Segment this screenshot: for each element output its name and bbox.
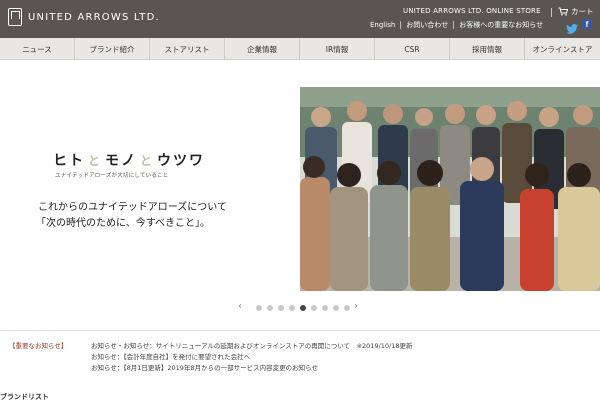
notice-item[interactable]: お知らせ：【会計年度自社】を発付に要望された会社へ: [91, 351, 250, 361]
hero-text-panel[interactable]: [0, 87, 300, 291]
cart-icon: [558, 7, 568, 16]
carousel-dots: [256, 305, 350, 311]
sub-link-divider: [400, 21, 402, 29]
carousel-dot[interactable]: [289, 305, 295, 311]
top-header: UNITED ARROWS LTD. UNITED ARROWS LTD. ON…: [0, 0, 600, 38]
nav-item-csr[interactable]: CSR: [375, 38, 450, 60]
hero-title[interactable]: ヒト と モノ と ウツワ: [53, 150, 205, 170]
carousel-dot[interactable]: [333, 305, 339, 311]
carousel-dot[interactable]: [322, 305, 328, 311]
carousel-dot[interactable]: [311, 305, 317, 311]
group-photo-illustration: [300, 87, 600, 291]
nav-item-brands[interactable]: ブランド紹介: [75, 38, 150, 60]
hero-carousel-controls: ‹ ›: [0, 300, 600, 316]
logo-text: UNITED ARROWS LTD.: [28, 11, 160, 23]
important-notice-link[interactable]: お客様への重要なお知らせ: [459, 20, 543, 30]
carousel-dot-active[interactable]: [300, 305, 306, 311]
twitter-icon[interactable]: [566, 19, 578, 34]
carousel-prev-button[interactable]: ‹: [238, 301, 242, 312]
important-notice-label: 【重要なお知らせ】: [9, 342, 68, 350]
hero-title-connector: と: [140, 154, 155, 168]
sub-link-divider: [453, 21, 455, 29]
section-divider: [0, 330, 600, 331]
carousel-next-button[interactable]: ›: [354, 301, 358, 312]
header-sub-links: English お問い合わせ お客様への重要なお知らせ: [370, 20, 543, 30]
carousel-dot[interactable]: [278, 305, 284, 311]
nav-item-online-store[interactable]: オンラインストア: [525, 38, 600, 60]
hero-title-connector: と: [88, 154, 103, 168]
logo[interactable]: UNITED ARROWS LTD.: [8, 8, 160, 26]
carousel-dot[interactable]: [256, 305, 262, 311]
cart-link[interactable]: カート: [558, 6, 594, 17]
hero-tagline: ユナイテッドアローズが大切にしていること: [55, 173, 169, 179]
nav-item-stores[interactable]: ストアリスト: [150, 38, 225, 60]
carousel-dot[interactable]: [267, 305, 273, 311]
contact-link[interactable]: お問い合わせ: [406, 20, 448, 30]
hero-title-part: ヒト: [53, 153, 85, 169]
hero-title-part: ウツワ: [157, 153, 206, 169]
notice-item[interactable]: お知らせ・お知らせ：サイトリニューアルの延期およびオンラインストアの再開について…: [91, 340, 413, 350]
social-links: f: [566, 19, 592, 34]
hero-group-photo[interactable]: [300, 87, 600, 291]
nav-item-company[interactable]: 企業情報: [225, 38, 300, 60]
hero-copy-line-1: これからのユナイテッドアローズについて: [38, 202, 227, 213]
carousel-dot[interactable]: [344, 305, 350, 311]
notice-item[interactable]: お知らせ：【8月1日更新】2019年8月からの一部サービス内容変更のお知らせ: [91, 362, 318, 372]
nav-item-news[interactable]: ニュース: [0, 38, 75, 60]
nav-item-ir[interactable]: IR情報: [300, 38, 375, 60]
facebook-icon[interactable]: f: [582, 19, 592, 29]
hero-copy-line-2: 「次の時代のために、今すべきこと」。: [36, 218, 210, 229]
logo-mark-icon: [8, 8, 22, 26]
english-link[interactable]: English: [370, 21, 395, 29]
nav-item-recruit[interactable]: 採用情報: [450, 38, 525, 60]
main-nav: ニュース ブランド紹介 ストアリスト 企業情報 IR情報 CSR 採用情報 オン…: [0, 38, 600, 60]
cart-label: カート: [571, 7, 594, 16]
online-store-link[interactable]: UNITED ARROWS LTD. ONLINE STORE: [403, 7, 541, 15]
hero-title-part: モノ: [105, 153, 138, 169]
brand-list-heading: ブランドリスト: [0, 393, 49, 400]
header-divider: [551, 8, 552, 17]
